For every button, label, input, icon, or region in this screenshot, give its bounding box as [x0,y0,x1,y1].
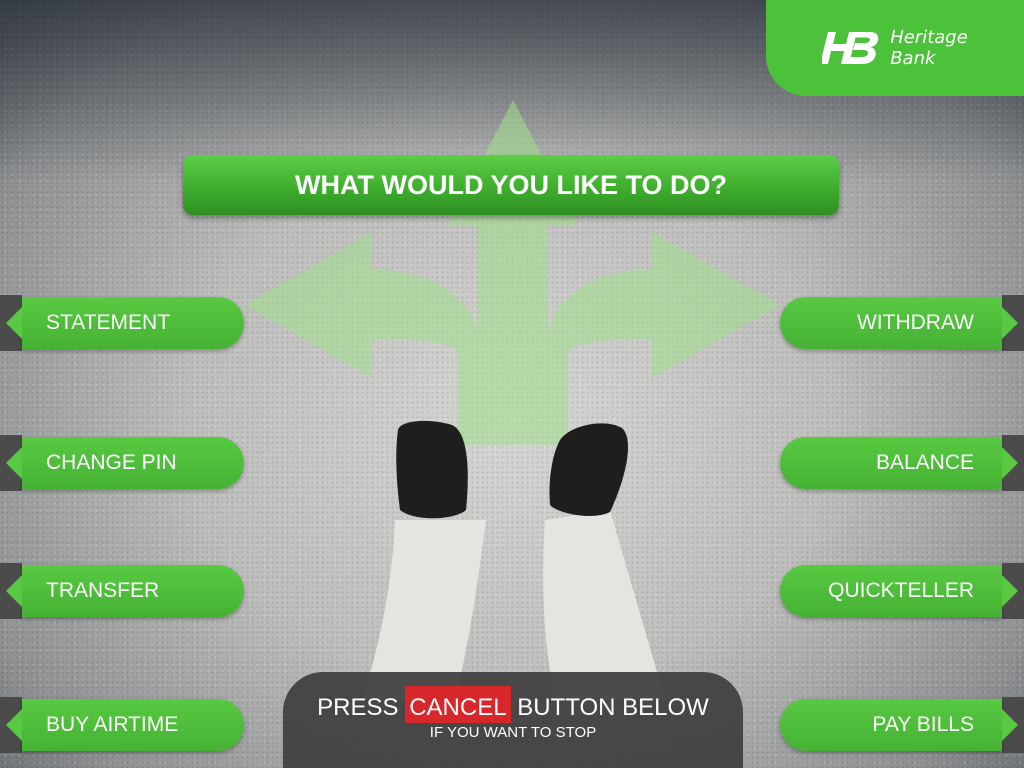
withdraw-label: WITHDRAW [780,297,1002,349]
cancel-text-before: PRESS [317,694,406,721]
page-title: WHAT WOULD YOU LIKE TO DO? [183,155,839,215]
buy-airtime-label: BUY AIRTIME [22,699,244,751]
crossroads-arrows-icon [245,100,780,700]
cancel-text-after: BUTTON BELOW [510,694,709,721]
cancel-instruction-panel: PRESS CANCEL BUTTON BELOW IF YOU WANT TO… [283,672,743,768]
quickteller-label: QUICKTELLER [780,565,1002,617]
arrow-pointer-icon [6,447,22,479]
arrow-pointer-icon [1002,575,1018,607]
transfer-button[interactable]: TRANSFER [0,563,244,619]
feet-icon [362,420,665,700]
heritage-bank-logo: Heritage Bank [766,0,1024,96]
transfer-label: TRANSFER [22,565,244,617]
withdraw-button[interactable]: WITHDRAW [780,295,1024,351]
quickteller-button[interactable]: QUICKTELLER [780,563,1024,619]
arrow-pointer-icon [1002,709,1018,741]
statement-label: STATEMENT [22,297,244,349]
logo-text: Heritage Bank [890,27,968,69]
direction-arrows [245,100,780,445]
arrow-pointer-icon [1002,307,1018,339]
arrow-pointer-icon [6,307,22,339]
cancel-subtext: IF YOU WANT TO STOP [429,724,597,741]
heritage-bank-logo-icon [822,32,879,64]
change-pin-label: CHANGE PIN [22,437,244,489]
arrow-pointer-icon [6,575,22,607]
cancel-instruction: PRESS CANCEL BUTTON BELOW [283,686,743,723]
cancel-highlight: CANCEL [405,686,511,723]
buy-airtime-button[interactable]: BUY AIRTIME [0,697,244,753]
arrow-pointer-icon [1002,447,1018,479]
logo-line-heritage: Heritage [890,27,968,48]
pay-bills-label: PAY BILLS [780,699,1002,751]
pay-bills-button[interactable]: PAY BILLS [780,697,1024,753]
arrow-pointer-icon [6,709,22,741]
balance-button[interactable]: BALANCE [780,435,1024,491]
balance-label: BALANCE [780,437,1002,489]
statement-button[interactable]: STATEMENT [0,295,244,351]
logo-line-bank: Bank [890,48,936,69]
change-pin-button[interactable]: CHANGE PIN [0,435,244,491]
